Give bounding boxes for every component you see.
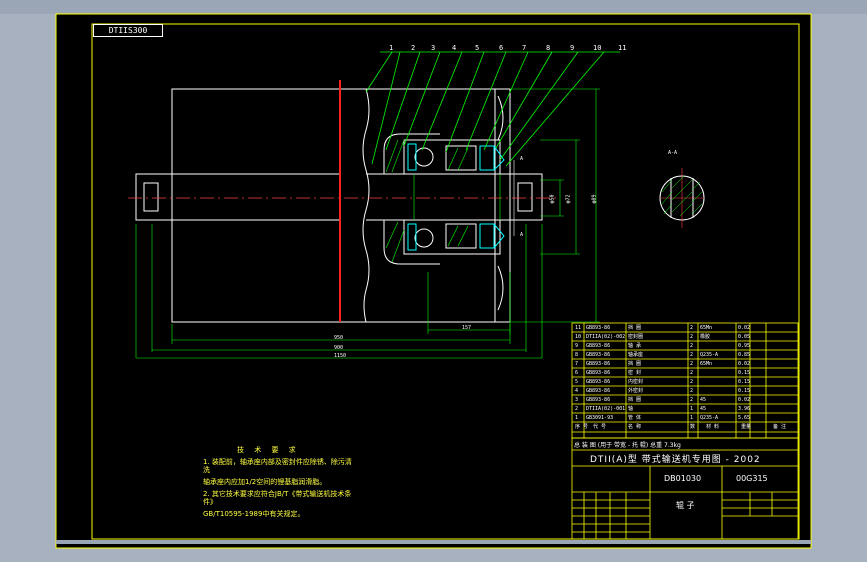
notes-line-1: 1. 装配前，轴承座内部及密封件应除锈、除污清 (203, 458, 352, 466)
drawing-title: DTII(A)型 带式输送机专用图 - 2002 (590, 455, 761, 465)
dim-text-bottom-3: 1150 (334, 353, 347, 359)
leader-number-1: 1 (389, 44, 394, 52)
leader-number-4: 4 (452, 44, 457, 52)
section-view-aa (659, 168, 705, 228)
leader-number-7: 7 (522, 44, 527, 52)
parts-header-name: 名 称 (628, 424, 642, 430)
parts-header-weight: 重量 (741, 424, 752, 430)
parts-header-row: 序 号代 号 名 称 数 材 料 重量 备 注 (573, 422, 798, 432)
leader-number-9: 9 (570, 44, 575, 52)
section-label: A-A (668, 150, 678, 156)
dim-text-inner-bottom: 157 (462, 325, 472, 331)
leader-number-2: 2 (411, 44, 416, 52)
drawing-code: 00G315 (736, 474, 768, 483)
leader-number-11: 11 (618, 44, 627, 52)
dim-text-bottom-2: 900 (334, 345, 344, 351)
parts-header-remark: 备 注 (773, 424, 787, 430)
technical-notes: 技 术 要 求 1. 装配前，轴承座内部及密封件应除锈、除污清 洗 轴承座内应加… (203, 444, 352, 520)
parts-header-no: 序 号 (575, 424, 589, 430)
parts-header-code: 代 号 (593, 424, 607, 430)
parts-header-qty: 数 (690, 424, 696, 430)
bearing-housing (383, 133, 501, 265)
notes-line-6: GB/T10595-1989中有关规定。 (203, 510, 305, 518)
leader-number-6: 6 (499, 44, 504, 52)
notes-title: 技 术 要 求 (237, 446, 300, 454)
leader-number-10: 10 (593, 44, 602, 52)
hatching (385, 139, 469, 263)
notes-line-3: 轴承座内应加1/2空间的锂基脂润滑脂。 (203, 478, 327, 486)
parts-header-mat: 材 料 (706, 424, 720, 430)
dim-text-right-3: φ89 (591, 194, 598, 204)
leader-number-3: 3 (431, 44, 436, 52)
dim-text-bottom-1: 950 (334, 335, 344, 341)
seal-parts (407, 143, 505, 251)
leader-number-8: 8 (546, 44, 551, 52)
section-mark-bottom: A (520, 232, 524, 238)
dim-text-right-1: φ50 (549, 194, 556, 204)
section-mark-top: A (520, 156, 524, 162)
notes-line-4: 2. 其它技术要求应符合JB/T《带式输送机技术条 (203, 490, 352, 498)
outer-frame (55, 13, 812, 549)
leader-number-5: 5 (475, 44, 480, 52)
parts-list: 11 GB893-86 挡 圈 2 65Mn 0.02 10 DTIIA(02)-002 密封圈… (573, 323, 798, 438)
dim-text-right-2: φ72 (565, 194, 572, 204)
parts-summary: 总 装 图 (用于 带宽 - 托 辊) 总重 7.3kg (574, 442, 681, 449)
drawing-number: DB01030 (664, 474, 702, 483)
drawing-number-box: DTIIS300 (93, 24, 163, 37)
part-name: 辊 子 (676, 501, 695, 510)
dimension-lines (135, 88, 600, 359)
